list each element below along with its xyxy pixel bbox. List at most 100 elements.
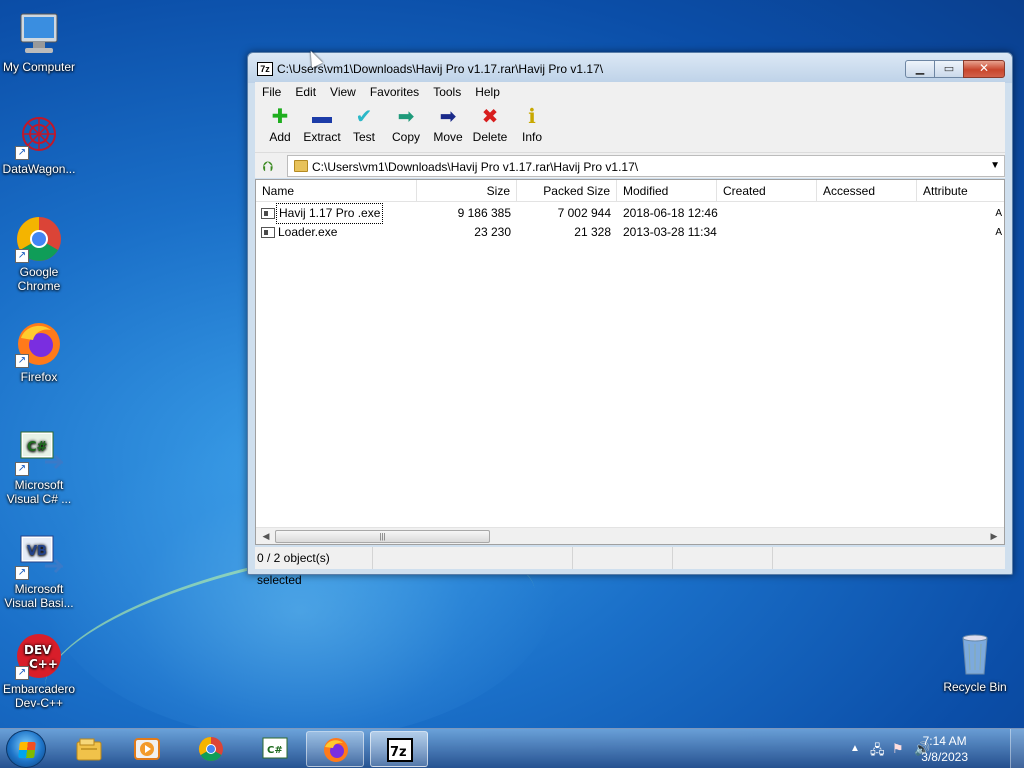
7zip-app-icon: 7z	[257, 62, 273, 76]
add-button[interactable]: ✚ Add	[259, 102, 301, 150]
extract-label: Extract	[303, 130, 341, 144]
toolbar: ✚ Add ▬ Extract ✔ Test ➡ Copy ➡ Move ✖ D…	[255, 102, 1005, 152]
taskbar-media-player[interactable]	[118, 731, 176, 767]
firefox-icon: ↗	[15, 320, 63, 368]
exe-file-icon	[261, 208, 275, 219]
move-button[interactable]: ➡ Move	[427, 102, 469, 150]
file-name: Loader.exe	[278, 225, 338, 239]
column-size[interactable]: Size	[417, 180, 517, 202]
file-list[interactable]: Name Size Packed Size Modified Created A…	[255, 179, 1005, 545]
move-icon: ➡	[439, 106, 457, 128]
close-button[interactable]: ✕	[963, 60, 1005, 78]
devcpp-icon: DEV C++ ↗	[15, 632, 63, 680]
scroll-left-icon[interactable]: ◀	[258, 530, 274, 543]
column-created[interactable]: Created	[717, 180, 817, 202]
maximize-button[interactable]: ▭	[934, 60, 964, 78]
desktop-icon-datawagon[interactable]: ↗ DataWagon...	[0, 112, 78, 176]
svg-text:C++: C++	[29, 657, 58, 671]
minimize-icon: ▁	[915, 63, 925, 75]
7zip-file-manager-window[interactable]: 7z C:\Users\vm1\Downloads\Havij Pro v1.1…	[247, 52, 1013, 587]
visual-csharp-icon: C# ↗	[15, 428, 65, 476]
delete-button[interactable]: ✖ Delete	[469, 102, 511, 150]
test-label: Test	[352, 130, 375, 144]
show-hidden-icons-icon[interactable]: ▲	[850, 743, 860, 754]
taskbar-file-explorer[interactable]	[60, 731, 118, 767]
extract-button[interactable]: ▬ Extract	[301, 102, 343, 150]
7zip-icon: 7z	[387, 738, 413, 762]
column-packed-size[interactable]: Packed Size	[517, 180, 617, 202]
shortcut-arrow-icon: ↗	[15, 666, 29, 680]
show-desktop-button[interactable]	[1010, 729, 1024, 768]
delete-label: Delete	[472, 130, 508, 144]
file-modified: 2018-06-18 12:46	[623, 206, 718, 220]
window-titlebar[interactable]: 7z C:\Users\vm1\Downloads\Havij Pro v1.1…	[248, 53, 1012, 83]
info-label: Info	[521, 130, 542, 144]
column-accessed[interactable]: Accessed	[817, 180, 917, 202]
visual-csharp-icon: C#	[262, 737, 288, 759]
add-icon: ✚	[271, 106, 289, 128]
maximize-icon: ▭	[943, 63, 955, 75]
column-attributes[interactable]: Attribute	[917, 180, 1004, 202]
file-attributes: A	[995, 227, 1002, 238]
network-icon[interactable]: 🖧	[870, 741, 885, 763]
shortcut-arrow-icon: ↗	[15, 462, 29, 476]
info-button[interactable]: ℹ Info	[511, 102, 553, 150]
address-field[interactable]: C:\Users\vm1\Downloads\Havij Pro v1.17.r…	[287, 155, 1005, 177]
chevron-down-icon[interactable]: ▼	[990, 160, 1000, 171]
desktop-icon-dev-cpp[interactable]: DEV C++ ↗ Embarcadero Dev-C++	[0, 632, 78, 710]
status-panel	[373, 547, 573, 569]
desktop-icon-recycle-bin[interactable]: Recycle Bin	[936, 630, 1014, 694]
datawagon-icon: ↗	[15, 112, 63, 160]
up-arrow-icon: ⮉	[262, 158, 274, 174]
desktop-icon-firefox[interactable]: ↗ Firefox	[0, 320, 78, 384]
taskbar: C# 7z ▲ 🖧 ⚑ 🔊 7:14 AM 3/8/2023	[0, 728, 1024, 768]
table-row[interactable]: Loader.exe 23 230 21 328 2013-03-28 11:3…	[256, 223, 1004, 242]
copy-button[interactable]: ➡ Copy	[385, 102, 427, 150]
desktop-icon-label: Microsoft Visual Basi...	[4, 582, 74, 610]
menu-view[interactable]: View	[323, 85, 363, 99]
visual-basic-icon: VB ↗	[15, 532, 65, 580]
desktop-icon-visual-csharp[interactable]: C# ↗ Microsoft Visual C# ...	[0, 428, 78, 506]
info-icon: ℹ	[528, 106, 536, 128]
minimize-button[interactable]: ▁	[905, 60, 935, 78]
menu-tools[interactable]: Tools	[426, 85, 468, 99]
menu-bar: File Edit View Favorites Tools Help	[255, 82, 1005, 102]
desktop-icon-visual-basic[interactable]: VB ↗ Microsoft Visual Basi...	[0, 532, 78, 610]
file-size: 23 230	[474, 225, 511, 239]
scroll-right-icon[interactable]: ▶	[986, 530, 1002, 543]
chrome-icon: ↗	[15, 215, 63, 263]
file-packed-size: 21 328	[574, 225, 611, 239]
column-name[interactable]: Name	[256, 180, 417, 202]
menu-favorites[interactable]: Favorites	[363, 85, 426, 99]
scrollbar-thumb[interactable]: |||	[275, 530, 490, 543]
clock[interactable]: 7:14 AM 3/8/2023	[921, 733, 968, 765]
desktop-icon-label: My Computer	[2, 60, 76, 74]
column-modified[interactable]: Modified	[617, 180, 717, 202]
menu-file[interactable]: File	[255, 85, 288, 99]
taskbar-chrome[interactable]	[182, 731, 240, 767]
desktop-icon-label: Firefox	[20, 370, 58, 384]
copy-label: Copy	[391, 130, 420, 144]
menu-help[interactable]: Help	[468, 85, 507, 99]
firefox-icon	[324, 738, 348, 762]
recycle-bin-icon	[951, 630, 999, 678]
taskbar-visual-csharp[interactable]: C#	[246, 731, 304, 767]
svg-text:DEV: DEV	[24, 643, 52, 657]
window-controls: ▁ ▭ ✕	[905, 60, 1005, 78]
taskbar-firefox[interactable]	[306, 731, 364, 767]
action-center-icon[interactable]: ⚑	[892, 741, 904, 757]
test-button[interactable]: ✔ Test	[343, 102, 385, 150]
desktop-icon-my-computer[interactable]: My Computer	[0, 10, 78, 74]
start-button[interactable]	[6, 730, 46, 768]
file-modified: 2013-03-28 11:34	[623, 225, 717, 239]
file-name: Havij 1.17 Pro .exe	[275, 203, 384, 224]
up-folder-button[interactable]: ⮉	[259, 157, 277, 175]
menu-edit[interactable]: Edit	[288, 85, 323, 99]
desktop-icon-label: Embarcadero Dev-C++	[2, 682, 76, 710]
horizontal-scrollbar[interactable]: ◀ ||| ▶	[256, 527, 1004, 544]
table-row[interactable]: Havij 1.17 Pro .exe 9 186 385 7 002 944 …	[256, 203, 1004, 224]
desktop-icon-google-chrome[interactable]: ↗ Google Chrome	[0, 215, 78, 293]
computer-icon	[15, 10, 63, 58]
taskbar-7zip[interactable]: 7z	[370, 731, 428, 767]
status-panel	[573, 547, 673, 569]
